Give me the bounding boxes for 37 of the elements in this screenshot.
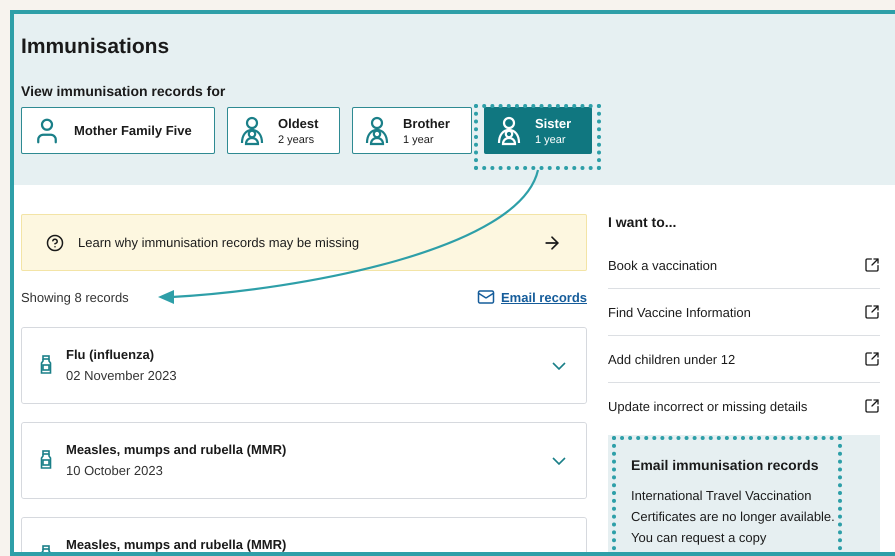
missing-records-banner[interactable]: Learn why immunisation records may be missing (21, 214, 587, 271)
card-text: International Travel Vaccination Certificates are no longer available. You can request a copy (631, 487, 836, 547)
chevron-down-icon (552, 457, 566, 465)
parent-child-icon (495, 116, 523, 146)
vaccine-name: Flu (influenza) (66, 347, 156, 362)
record-card[interactable]: Flu (influenza) 02 November 2023 (21, 327, 587, 404)
vaccine-date: 10 October 2023 (66, 463, 164, 478)
record-card[interactable]: Measles, mumps and rubella (MMR) (21, 517, 587, 552)
records-count: Showing 8 records (21, 290, 129, 304)
parent-child-icon (238, 116, 266, 146)
sidebar-link[interactable]: Book a vaccination (608, 242, 880, 289)
external-link-icon (864, 304, 880, 320)
record-card[interactable]: Measles, mumps and rubella (MMR) 10 October 2023 (21, 422, 587, 499)
vial-icon (40, 355, 52, 375)
card-title: Email immunisation records (631, 457, 820, 473)
help-icon (46, 234, 64, 252)
external-link-icon (864, 398, 880, 414)
email-records-link[interactable]: Email records (477, 288, 587, 306)
mail-icon (477, 288, 495, 306)
sidebar-heading: I want to... (608, 214, 678, 230)
person-tab[interactable]: Sister 1 year (484, 107, 592, 154)
chevron-down-icon (552, 362, 566, 370)
vaccine-name: Measles, mumps and rubella (MMR) (66, 442, 288, 457)
vaccine-date: 02 November 2023 (66, 368, 178, 383)
sidebar-link[interactable]: Add children under 12 (608, 336, 880, 383)
person-tab[interactable]: Brother 1 year (352, 107, 472, 154)
sidebar-link[interactable]: Find Vaccine Information (608, 289, 880, 336)
external-link-icon (864, 257, 880, 273)
person-tab[interactable]: Mother Family Five (21, 107, 215, 154)
page-title: Immunisations (21, 34, 170, 59)
sidebar-link[interactable]: Update incorrect or missing details (608, 383, 880, 429)
parent-child-icon (363, 116, 391, 146)
external-link-icon (864, 351, 880, 367)
vaccine-name: Measles, mumps and rubella (MMR) (66, 537, 288, 552)
vial-icon (40, 450, 52, 470)
person-tab[interactable]: Oldest 2 years (227, 107, 340, 154)
section-label: View immunisation records for (21, 83, 226, 100)
